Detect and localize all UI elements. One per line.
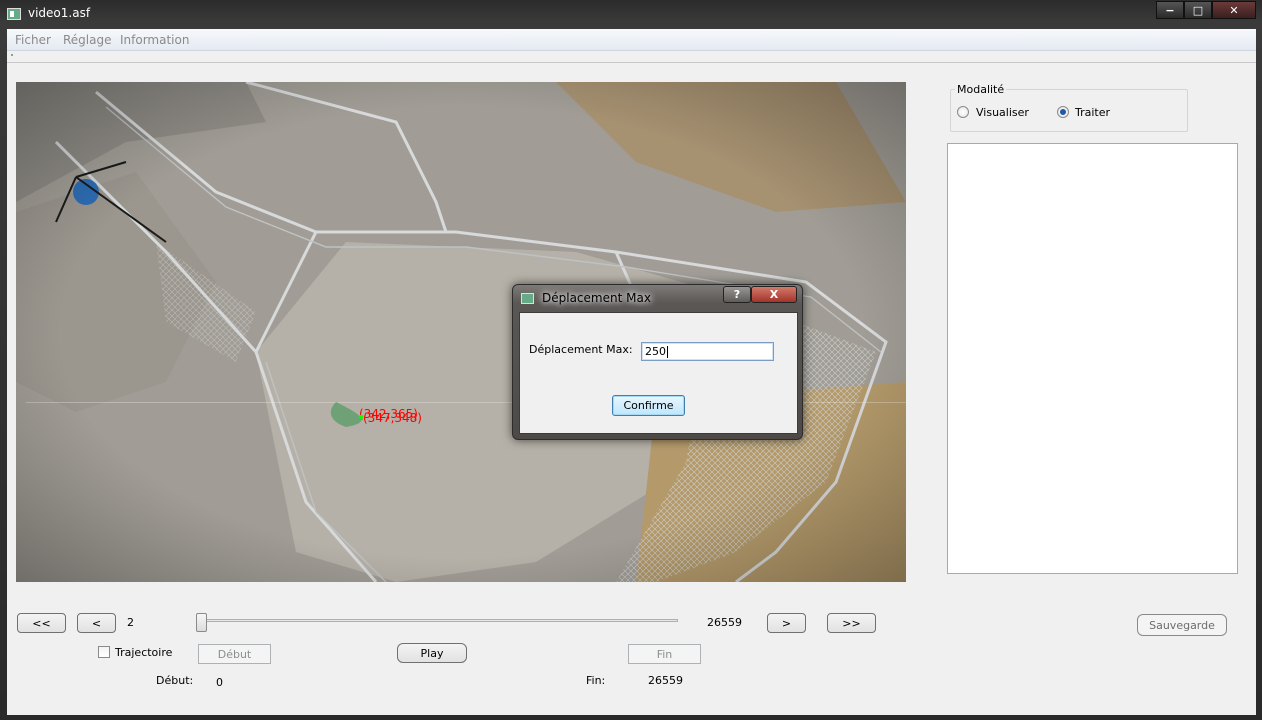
fin-button[interactable]: Fin (628, 644, 701, 664)
next-frame-button[interactable]: > (767, 613, 806, 633)
debut-button[interactable]: Début (198, 644, 271, 664)
menu-reglage[interactable]: Réglage (63, 33, 112, 47)
dialog-help-button[interactable]: ? (723, 286, 751, 303)
window-title: video1.asf (28, 6, 91, 20)
radio-visualiser[interactable] (957, 106, 969, 118)
trajectoire-checkbox[interactable] (98, 646, 110, 658)
deplacement-dialog: Déplacement Max ? X Déplacement Max: 250… (512, 284, 803, 440)
debut-value: 0 (216, 676, 223, 689)
close-button[interactable]: ✕ (1212, 1, 1256, 19)
title-bar[interactable]: video1.asf − □ ✕ (0, 0, 1262, 28)
toolbar-separator (7, 62, 1256, 63)
maximize-button[interactable]: □ (1184, 1, 1212, 19)
debut-label: Début: (156, 674, 194, 687)
dialog-close-button[interactable]: X (751, 286, 797, 303)
app-icon (7, 8, 21, 20)
radio-traiter[interactable] (1057, 106, 1069, 118)
tracking-point (358, 414, 364, 420)
frame-slider-thumb[interactable] (196, 613, 207, 632)
save-button[interactable]: Sauvegarde (1137, 614, 1227, 636)
results-list[interactable] (947, 143, 1238, 574)
dialog-app-icon (521, 293, 534, 304)
play-button[interactable]: Play (397, 643, 467, 663)
current-frame: 2 (127, 616, 134, 629)
confirm-button[interactable]: Confirme (612, 395, 685, 416)
deplacement-input-value: 250 (645, 345, 666, 358)
menu-ficher[interactable]: Ficher (15, 33, 51, 47)
fin-value: 26559 (648, 674, 683, 687)
last-frame-button[interactable]: >> (827, 613, 876, 633)
prev-frame-button[interactable]: < (77, 613, 116, 633)
deplacement-input[interactable]: 250 (641, 342, 774, 361)
dialog-title: Déplacement Max (542, 291, 651, 305)
radio-traiter-label[interactable]: Traiter (1075, 106, 1110, 119)
frame-slider-track[interactable] (200, 619, 678, 622)
menu-bar: Ficher Réglage Information (7, 29, 1256, 51)
toolbar-handle (11, 54, 13, 56)
fin-label: Fin: (586, 674, 606, 687)
menu-information[interactable]: Information (120, 33, 189, 47)
minimize-button[interactable]: − (1156, 1, 1184, 19)
app-window: video1.asf − □ ✕ Ficher Réglage Informat… (0, 0, 1262, 720)
total-frames: 26559 (707, 616, 742, 629)
deplacement-field-label: Déplacement Max: (529, 343, 633, 356)
dialog-body: Déplacement Max: 250 Confirme (519, 312, 798, 434)
trajectoire-label[interactable]: Trajectoire (115, 646, 172, 659)
radio-visualiser-label[interactable]: Visualiser (976, 106, 1029, 119)
first-frame-button[interactable]: << (17, 613, 66, 633)
modality-title: Modalité (955, 83, 1007, 96)
tracking-label: (347,348) (363, 411, 422, 425)
text-caret (667, 346, 668, 358)
